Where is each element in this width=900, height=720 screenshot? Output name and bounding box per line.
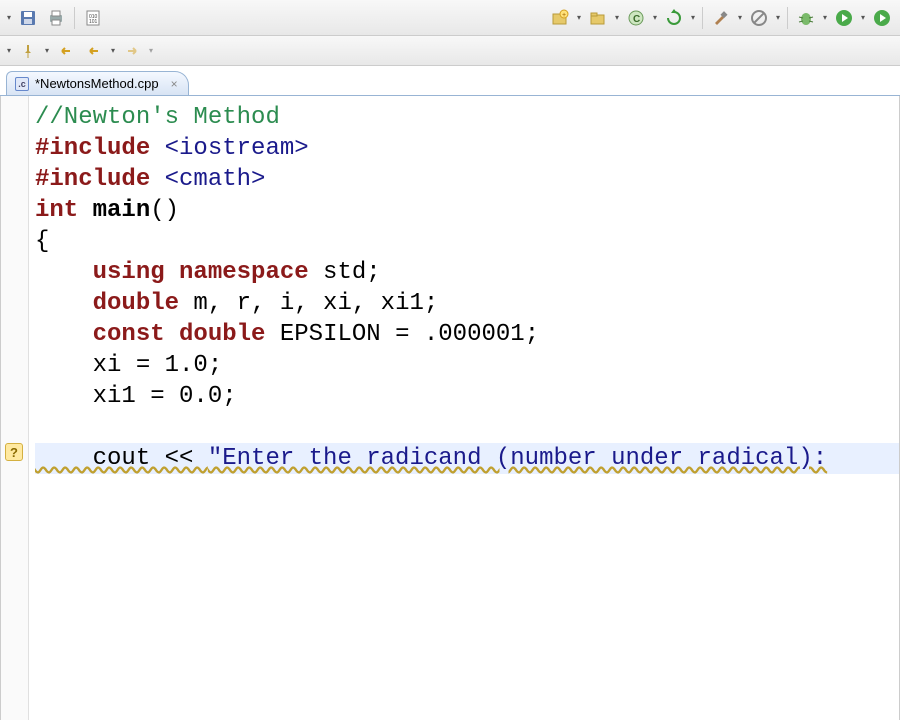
dropdown-arrow[interactable]: ▾ xyxy=(4,46,14,55)
code-text: () xyxy=(150,197,179,224)
close-icon[interactable]: × xyxy=(171,77,178,91)
code-comment: //Newton's Method xyxy=(35,104,280,131)
code-text: xi = 1.0; xyxy=(35,352,222,379)
warning-marker[interactable]: ? xyxy=(5,443,23,461)
dropdown-arrow[interactable]: ▾ xyxy=(773,13,783,22)
nav-toolbar: ▾ ▾ ▾ ▾ xyxy=(0,36,900,66)
last-edit-icon[interactable] xyxy=(53,38,79,64)
toolbar-separator xyxy=(702,7,703,29)
code-fn: main xyxy=(93,197,151,224)
dropdown-arrow[interactable]: ▾ xyxy=(574,13,584,22)
run-icon[interactable] xyxy=(831,5,857,31)
skip-icon[interactable] xyxy=(746,5,772,31)
code-keyword: double xyxy=(93,290,179,317)
code-keyword: using xyxy=(93,259,165,286)
code-preproc: #include xyxy=(35,135,150,162)
dropdown-arrow[interactable]: ▾ xyxy=(42,46,52,55)
back-icon[interactable] xyxy=(81,38,107,64)
dropdown-arrow[interactable]: ▾ xyxy=(858,13,868,22)
code-editor[interactable]: //Newton's Method #include <iostream> #i… xyxy=(29,96,899,720)
svg-text:101: 101 xyxy=(89,19,98,25)
code-text: EPSILON = .000001; xyxy=(265,321,539,348)
code-include: <cmath> xyxy=(165,166,266,193)
gutter: ? xyxy=(1,96,29,720)
save-icon[interactable] xyxy=(15,5,41,31)
new-class-icon[interactable]: C xyxy=(623,5,649,31)
new-folder-icon[interactable] xyxy=(585,5,611,31)
cpp-file-icon: .c xyxy=(15,77,29,91)
main-toolbar: ▾ 010101 + ▾ ▾ C ▾ ▾ ▾ ▾ ▾ ▾ xyxy=(0,0,900,36)
code-keyword: namespace xyxy=(179,259,309,286)
dropdown-arrow[interactable]: ▾ xyxy=(108,46,118,55)
code-text: std; xyxy=(309,259,381,286)
print-icon[interactable] xyxy=(43,5,69,31)
code-string: "Enter the radicand (number under radica… xyxy=(208,445,827,472)
tab-title: *NewtonsMethod.cpp xyxy=(35,76,159,91)
code-text: cout << xyxy=(35,445,208,472)
binary-view-icon[interactable]: 010101 xyxy=(80,5,106,31)
code-text: m, r, i, xi, xi1; xyxy=(179,290,438,317)
toolbar-separator xyxy=(74,7,75,29)
highlighted-line: cout << "Enter the radicand (number unde… xyxy=(35,443,899,474)
build-icon[interactable] xyxy=(708,5,734,31)
dropdown-arrow[interactable]: ▾ xyxy=(650,13,660,22)
code-keyword: double xyxy=(179,321,265,348)
dropdown-arrow[interactable]: ▾ xyxy=(735,13,745,22)
code-keyword: int xyxy=(35,197,78,224)
pin-icon[interactable] xyxy=(15,38,41,64)
dropdown-arrow[interactable]: ▾ xyxy=(820,13,830,22)
tab-newtonsmethod[interactable]: .c *NewtonsMethod.cpp × xyxy=(6,71,189,95)
toolbar-separator xyxy=(787,7,788,29)
code-include: <iostream> xyxy=(165,135,309,162)
refresh-icon[interactable] xyxy=(661,5,687,31)
debug-icon[interactable] xyxy=(793,5,819,31)
new-project-icon[interactable]: + xyxy=(547,5,573,31)
dropdown-arrow[interactable]: ▾ xyxy=(688,13,698,22)
svg-text:+: + xyxy=(562,12,566,19)
code-keyword: const xyxy=(93,321,165,348)
new-dropdown-arrow[interactable]: ▾ xyxy=(4,13,14,22)
editor-tab-bar: .c *NewtonsMethod.cpp × xyxy=(0,66,900,96)
code-preproc: #include xyxy=(35,166,150,193)
code-text: xi1 = 0.0; xyxy=(35,383,237,410)
dropdown-arrow[interactable]: ▾ xyxy=(612,13,622,22)
code-text: { xyxy=(35,228,49,255)
editor-area: ? //Newton's Method #include <iostream> … xyxy=(0,96,900,720)
svg-text:C: C xyxy=(633,14,640,25)
run-last-icon[interactable] xyxy=(869,5,895,31)
forward-icon[interactable] xyxy=(119,38,145,64)
dropdown-arrow[interactable]: ▾ xyxy=(146,46,156,55)
